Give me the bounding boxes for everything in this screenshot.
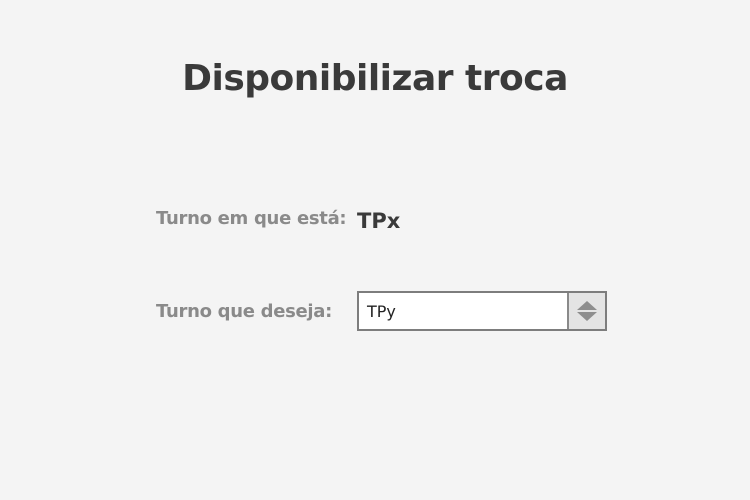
page-title: Disponibilizar troca xyxy=(182,58,568,99)
current-shift-value: TPx xyxy=(357,209,401,233)
select-spinner-button[interactable] xyxy=(567,293,605,329)
page: Disponibilizar troca Turno em que está: … xyxy=(0,0,750,500)
current-shift-label: Turno em que está: xyxy=(156,208,347,229)
desired-shift-selected-value: TPy xyxy=(367,302,396,321)
desired-shift-select[interactable]: TPy xyxy=(357,291,607,331)
desired-shift-label: Turno que deseja: xyxy=(156,301,333,322)
up-down-arrows-icon xyxy=(577,301,597,321)
